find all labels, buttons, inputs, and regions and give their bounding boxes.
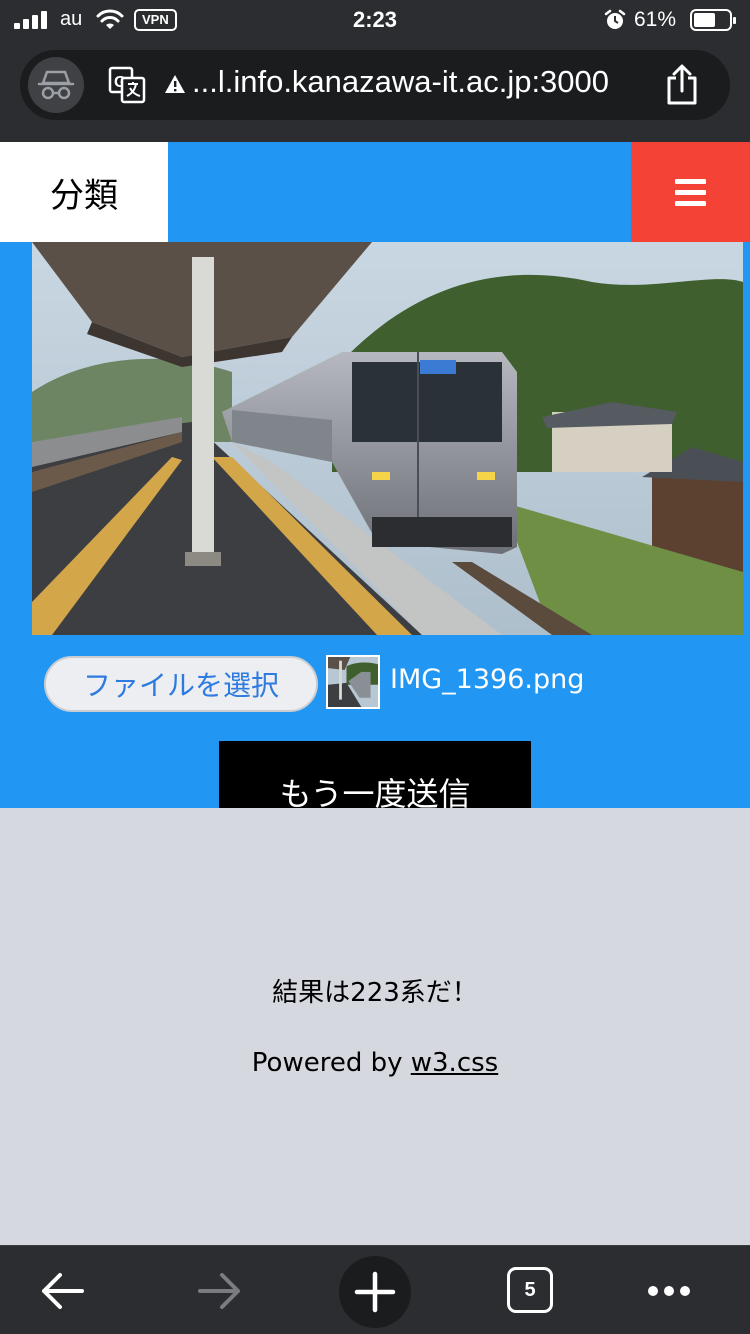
nav-title[interactable]: 分類 [0,142,168,242]
powered-by-prefix: Powered by [251,1048,411,1078]
resubmit-button[interactable]: もう一度送信 [219,741,531,808]
share-icon[interactable] [664,64,700,106]
powered-by: Powered by w3.css [0,1048,750,1078]
status-bar: au VPN 2:23 61% [0,0,750,42]
battery-percent: 61% [634,8,677,31]
incognito-icon[interactable] [28,57,84,113]
footer: 結果は223系だ！ Powered by w3.css [0,808,750,1245]
file-thumbnail [326,655,380,709]
choose-file-button[interactable]: ファイルを選択 [44,656,318,712]
back-arrow-icon[interactable] [38,1246,88,1334]
forward-arrow-icon [198,1273,240,1309]
main-content: 分類 ファイルを選択 IMG_1396.png もう一度送信 [0,142,750,808]
w3css-link[interactable]: w3.css [411,1048,498,1078]
plus-icon[interactable] [339,1256,411,1328]
translate-icon[interactable]: G [108,66,148,104]
browser-address-bar: G ...l.info.kanazawa-it.ac.jp:3000 [0,42,750,142]
browser-toolbar: 5 [0,1245,750,1334]
url-pill[interactable]: G ...l.info.kanazawa-it.ac.jp:3000 [20,50,730,120]
url-text[interactable]: ...l.info.kanazawa-it.ac.jp:3000 [192,64,609,100]
result-text: 結果は223系だ！ [272,978,478,1008]
hamburger-icon[interactable] [631,142,750,242]
alarm-icon [604,9,626,29]
uploaded-train-photo [32,242,743,635]
warning-icon [165,75,185,93]
battery-icon [690,9,736,31]
tabs-icon[interactable]: 5 [507,1267,553,1313]
selected-file-name: IMG_1396.png [390,664,585,695]
